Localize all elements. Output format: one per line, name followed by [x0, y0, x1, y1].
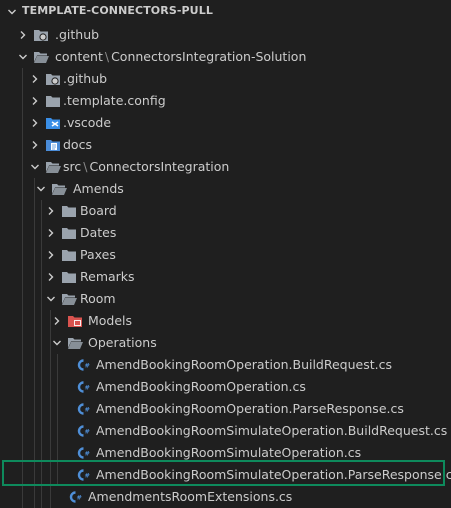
- folder-open-icon: [61, 292, 77, 306]
- chevron-right-icon[interactable]: [29, 95, 41, 107]
- tree-item-label: Models: [88, 313, 133, 328]
- tree-item-label: docs: [63, 137, 92, 152]
- tree-item-label: AmendBookingRoomOperation.cs: [96, 379, 306, 394]
- csharp-file-icon: #: [75, 424, 91, 438]
- folder-operations[interactable]: Operations: [0, 332, 451, 354]
- tree-item-label: Room: [80, 291, 116, 306]
- folder-open-icon: [51, 182, 67, 196]
- folder-remarks[interactable]: Remarks: [0, 266, 451, 288]
- file-amendmentsroomextensions-cs[interactable]: # AmendmentsRoomExtensions.cs: [0, 486, 451, 508]
- file-amendbookingroomsimulateoperation-buildrequest-cs[interactable]: # AmendBookingRoomSimulateOperation.Build…: [0, 420, 451, 442]
- file-amendbookingroomoperation-parseresponse-cs[interactable]: # AmendBookingRoomOperation.ParseResponse…: [0, 398, 451, 420]
- folder-github[interactable]: .github: [0, 24, 451, 46]
- folder-icon: [45, 94, 61, 108]
- chevron-down-icon[interactable]: [45, 293, 57, 305]
- chevron-right-icon[interactable]: [45, 271, 57, 283]
- folder-icon: [61, 248, 77, 262]
- csharp-file-icon: #: [75, 380, 91, 394]
- tree-item-label: AmendmentsRoomExtensions.cs: [88, 489, 293, 504]
- folder-vscode[interactable]: .vscode: [0, 112, 451, 134]
- chevron-right-icon[interactable]: [29, 73, 41, 85]
- folder-board[interactable]: Board: [0, 200, 451, 222]
- csharp-file-icon: #: [75, 402, 91, 416]
- tree-item-label: .github: [63, 71, 108, 86]
- file-amendbookingroomoperation-cs[interactable]: # AmendBookingRoomOperation.cs: [0, 376, 451, 398]
- explorer-section-header[interactable]: TEMPLATE-CONNECTORS-PULL: [0, 0, 451, 24]
- models-folder-icon: [67, 314, 83, 328]
- chevron-down-icon[interactable]: [17, 51, 29, 63]
- folder-dates[interactable]: Dates: [0, 222, 451, 244]
- svg-text:#: #: [77, 494, 82, 502]
- folder-room[interactable]: Room: [0, 288, 451, 310]
- tree-item-label: Remarks: [80, 269, 135, 284]
- tree-item-label: content \ ConnectorsIntegration-Solution: [55, 49, 306, 64]
- folder-content-connectorsintegration-solution[interactable]: content \ ConnectorsIntegration-Solution: [0, 46, 451, 68]
- folder-icon: [61, 204, 77, 218]
- chevron-down-icon: [8, 9, 16, 15]
- folder-models[interactable]: Models: [0, 310, 451, 332]
- tree-item-label-main: src: [63, 159, 82, 174]
- tree-item-label: Paxes: [80, 247, 116, 262]
- github-folder-icon: [45, 72, 61, 86]
- folder-icon: [61, 270, 77, 284]
- tree-item-label-main: content: [55, 49, 103, 64]
- docs-folder-icon: [45, 138, 61, 152]
- tree-item-label: Dates: [80, 225, 117, 240]
- chevron-right-icon[interactable]: [29, 139, 41, 151]
- tree-item-label: AmendBookingRoomOperation.ParseResponse.…: [96, 401, 404, 416]
- chevron-down-icon[interactable]: [51, 337, 63, 349]
- folder-amends[interactable]: Amends: [0, 178, 451, 200]
- svg-text:#: #: [85, 450, 90, 458]
- chevron-right-icon[interactable]: [29, 117, 41, 129]
- folder-template-config[interactable]: .template.config: [0, 90, 451, 112]
- folder-github[interactable]: .github: [0, 68, 451, 90]
- chevron-down-icon[interactable]: [29, 161, 41, 173]
- csharp-file-icon: #: [75, 446, 91, 460]
- chevron-right-icon[interactable]: [45, 205, 57, 217]
- tree-item-label: .vscode: [63, 115, 112, 130]
- chevron-right-icon[interactable]: [45, 227, 57, 239]
- path-separator: \: [104, 49, 110, 64]
- tree-item-label: AmendBookingRoomOperation.BuildRequest.c…: [96, 357, 393, 372]
- folder-paxes[interactable]: Paxes: [0, 244, 451, 266]
- tree-item-label: src \ ConnectorsIntegration: [63, 159, 229, 174]
- chevron-right-icon[interactable]: [51, 315, 63, 327]
- vscode-folder-icon: [45, 116, 61, 130]
- csharp-file-icon: #: [67, 490, 83, 504]
- tree-item-label-sub: ConnectorsIntegration: [89, 159, 230, 174]
- folder-open-icon: [67, 336, 83, 350]
- tree-item-label: .template.config: [63, 93, 166, 108]
- github-folder-icon: [33, 28, 49, 42]
- chevron-down-icon[interactable]: [35, 183, 47, 195]
- svg-text:#: #: [85, 428, 90, 436]
- tree-item-label: Amends: [73, 181, 124, 196]
- tree-item-label-sub: ConnectorsIntegration-Solution: [111, 49, 307, 64]
- svg-text:#: #: [85, 384, 90, 392]
- csharp-file-icon: #: [75, 358, 91, 372]
- tree-item-label: AmendBookingRoomSimulateOperation.cs: [96, 445, 362, 460]
- tree-item-label: .github: [55, 27, 100, 42]
- folder-icon: [61, 226, 77, 240]
- path-separator: \: [83, 159, 88, 174]
- tree-item-label: Operations: [88, 335, 157, 350]
- file-amendbookingroomoperation-buildrequest-cs[interactable]: # AmendBookingRoomOperation.BuildRequest.…: [0, 354, 451, 376]
- tree-item-label: Board: [80, 203, 117, 218]
- svg-text:#: #: [85, 406, 90, 414]
- chevron-right-icon[interactable]: [45, 249, 57, 261]
- svg-text:#: #: [85, 362, 90, 370]
- chevron-right-icon[interactable]: [17, 29, 29, 41]
- folder-docs[interactable]: docs: [0, 134, 451, 156]
- folder-open-icon: [45, 160, 61, 174]
- section-title: TEMPLATE-CONNECTORS-PULL: [22, 4, 213, 17]
- tree-item-label: AmendBookingRoomSimulateOperation.BuildR…: [96, 423, 448, 438]
- folder-open-icon: [33, 50, 49, 64]
- selection-highlight-box: [2, 460, 445, 486]
- folder-src-connectorsintegration[interactable]: src \ ConnectorsIntegration: [0, 156, 451, 178]
- file-explorer: TEMPLATE-CONNECTORS-PULL .github content \…: [0, 0, 451, 508]
